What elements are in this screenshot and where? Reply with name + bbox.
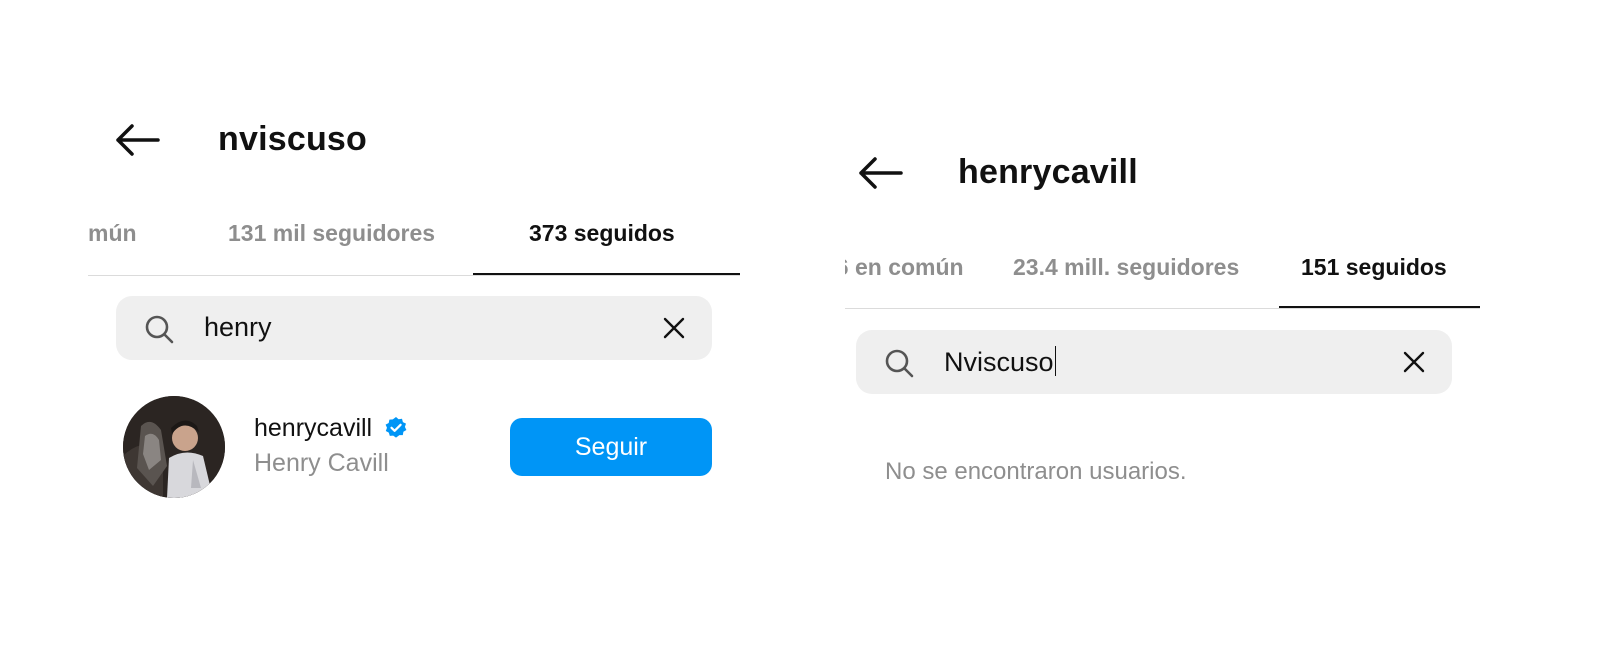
tab-followers[interactable]: 131 mil seguidores [228,220,435,247]
tab-mutual[interactable]: 36 en común [845,254,964,281]
search-bar[interactable]: Nviscuso [856,330,1452,394]
back-arrow-icon[interactable] [857,155,903,191]
tab-divider [88,275,740,276]
active-tab-underline [1279,306,1480,308]
tab-following[interactable]: 373 seguidos [529,220,675,247]
search-input[interactable]: henry [204,312,272,343]
result-full-name: Henry Cavill [254,449,389,477]
right-panel: henrycavill 36 en común 23.4 mill. segui… [845,135,1515,515]
tab-divider [845,308,1480,309]
close-icon[interactable] [662,316,686,340]
result-username[interactable]: henrycavill [254,414,372,443]
profile-username: henrycavill [958,153,1138,191]
text-caret [1054,346,1057,376]
tab-mutual[interactable]: mún [88,220,137,247]
active-tab-underline [473,273,740,275]
close-icon[interactable] [1402,350,1426,374]
empty-state-message: No se encontraron usuarios. [885,458,1187,485]
left-panel: nviscuso mún 131 mil seguidores 373 segu… [88,100,758,520]
avatar[interactable] [123,396,225,498]
verified-badge-icon [385,417,407,438]
profile-username: nviscuso [218,120,367,158]
follow-button[interactable]: Seguir [510,418,712,476]
tab-followers[interactable]: 23.4 mill. seguidores [1013,254,1239,281]
search-input-value: Nviscuso [944,347,1054,377]
search-bar[interactable]: henry [116,296,712,360]
tab-following[interactable]: 151 seguidos [1301,254,1447,281]
back-arrow-icon[interactable] [114,122,160,158]
search-icon [885,349,914,378]
search-input[interactable]: Nviscuso [944,346,1057,378]
search-icon [145,315,174,344]
